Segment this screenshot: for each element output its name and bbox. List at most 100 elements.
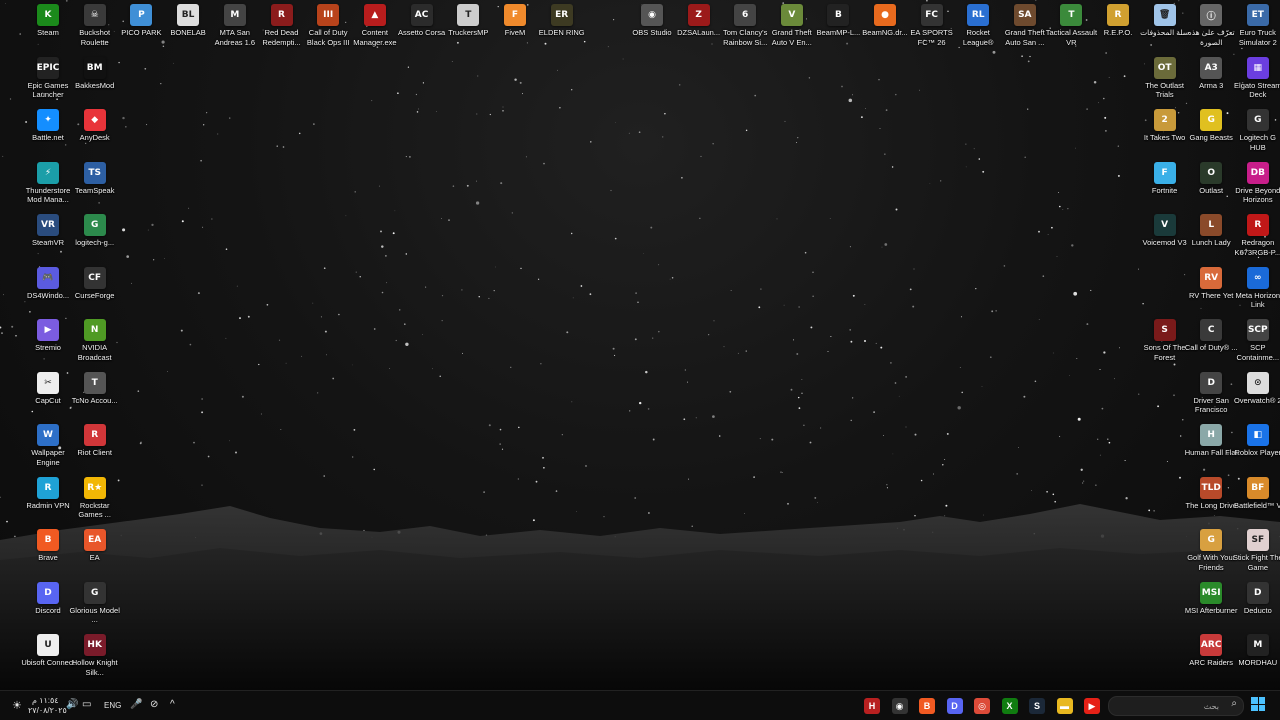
desktop-icon-curseforge[interactable]: CF CurseForge <box>72 266 118 301</box>
desktop-icon-redragon[interactable]: R Redragon K673RGB-P... <box>1235 214 1280 257</box>
desktop-icon-beamng[interactable]: ● BeamNG.dr... <box>862 4 908 38</box>
desktop-icon-gta5-en[interactable]: V Grand Theft Auto V En... <box>769 4 815 47</box>
taskbar-hyper-icon[interactable]: H <box>864 698 880 714</box>
taskbar-youtube-icon[interactable]: ▶ <box>1084 698 1100 714</box>
desktop-icon-tactical-assault[interactable]: T Tactical Assault VR <box>1046 4 1097 47</box>
desktop-icon-cod-bo3[interactable]: III Call of Duty Black Ops III <box>305 4 351 47</box>
desktop-icon-stream-deck[interactable]: ▦ Elgato Stream Deck <box>1234 56 1280 100</box>
volume-icon[interactable]: 🔊 <box>66 699 78 710</box>
desktop-icon-voicemod[interactable]: V Voicemod V3 <box>1142 214 1188 248</box>
desktop-icon-outlast[interactable]: O Outlast <box>1188 161 1234 196</box>
desktop-icon-assetto-corsa[interactable]: AC Assetto Corsa <box>398 4 445 38</box>
desktop-icon-ds4windows[interactable]: 🎮 DS4Windo... <box>25 266 71 301</box>
desktop-icon-rockstar[interactable]: R★ Rockstar Games ... <box>72 476 118 520</box>
desktop-icon-bakkesmod[interactable]: BM BakkesMod <box>72 56 118 91</box>
desktop-icon-obs[interactable]: ◉ OBS Studio <box>629 4 675 38</box>
desktop-icon-thunderstore[interactable]: ⚡ Thunderstore Mod Mana... <box>25 161 71 205</box>
desktop-icon-arc-raiders[interactable]: ARC ARC Raiders <box>1188 634 1234 668</box>
desktop-icon-discord[interactable]: D Discord <box>25 581 71 616</box>
desktop-icon-mta-sa[interactable]: M MTA San Andreas 1.6 <box>212 4 258 47</box>
desktop-icon-dzsa[interactable]: Z DZSALaun... <box>676 4 722 38</box>
desktop-icon-pico-park[interactable]: P PICO PARK <box>118 4 164 38</box>
desktop-icon-fivem[interactable]: F FiveM <box>492 4 538 38</box>
chevron-up-icon[interactable]: ^ <box>170 699 175 710</box>
desktop-icon-beammp[interactable]: B BeamMP-L... <box>815 4 861 38</box>
desktop-icon-ets2[interactable]: ET Euro Truck Simulator 2 <box>1235 4 1280 47</box>
desktop-icon-epic[interactable]: EPIC Epic Games Launcher <box>25 56 71 100</box>
weather-icon[interactable]: ☀ <box>12 699 22 712</box>
desktop-icon-content-manager[interactable]: ▲ Content Manager.exe <box>352 4 398 47</box>
desktop-icon-battlenet[interactable]: ✦ Battle.net <box>25 109 71 143</box>
search-input[interactable] <box>1113 699 1221 714</box>
desktop-icon-buckshot-roulette[interactable]: ☠ Buckshot Roulette <box>72 4 118 47</box>
desktop-icon-outlast-trials[interactable]: OT The Outlast Trials <box>1142 56 1188 100</box>
clock-time[interactable]: ١١:٥٤ م <box>32 696 59 705</box>
desktop-icon-steamvr[interactable]: VR SteamVR <box>25 214 71 248</box>
taskbar-brave-icon[interactable]: B <box>919 698 935 714</box>
desktop-icon-glorious[interactable]: G Glorious Model ... <box>69 581 120 625</box>
desktop-icon-brave[interactable]: B Brave <box>25 529 71 563</box>
desktop-icon-wallpaper-engine[interactable]: W Wallpaper Engine <box>25 424 71 467</box>
desktop-icon-bonelab[interactable]: BL BONELAB <box>165 4 211 38</box>
taskbar-xbox-icon[interactable]: X <box>1001 698 1018 714</box>
desktop-icon-lunch-lady[interactable]: L Lunch Lady <box>1188 214 1234 248</box>
clock-date[interactable]: ٢٧/٠٨/٢٠٢٥ <box>28 706 67 715</box>
desktop-icon-logitech-ghub[interactable]: G Logitech G HUB <box>1235 109 1280 152</box>
desktop-icon-gta-sa[interactable]: SA Grand Theft Auto San ... <box>1002 4 1048 47</box>
desktop-icon-truckersmp[interactable]: T TruckersMP <box>445 4 491 38</box>
desktop-icon-teamspeak[interactable]: TS TeamSpeak <box>72 161 118 196</box>
taskbar-obs-icon[interactable]: ◉ <box>891 698 908 714</box>
taskbar-folder-icon[interactable]: ▬ <box>1056 698 1073 714</box>
desktop-icon-arma3[interactable]: A3 Arma 3 <box>1188 56 1234 91</box>
desktop-icon-rv-there-yet[interactable]: RV RV There Yet <box>1188 266 1234 301</box>
desktop-icon-rainbow-six[interactable]: 6 Tom Clancy's Rainbow Si... <box>722 4 768 47</box>
desktop-icon-ubisoft[interactable]: U Ubisoft Connect <box>21 634 75 668</box>
search-box[interactable]: ⌕ <box>1108 696 1244 716</box>
desktop-icon-overwatch[interactable]: ⊙ Overwatch® 2 <box>1234 371 1280 406</box>
desktop-icon-rdr[interactable]: R Red Dead Redempti... <box>259 4 305 47</box>
desktop-icon-msi-afterburner[interactable]: MSI MSI Afterburner <box>1185 581 1237 616</box>
desktop-icon-elden-ring[interactable]: ER ELDEN RING <box>539 4 585 38</box>
desktop-icon-mordhau[interactable]: M MORDHAU <box>1235 634 1280 668</box>
desktop-icon-long-drive[interactable]: TLD The Long Drive <box>1186 476 1237 511</box>
desktop-icon-ea-fc26[interactable]: FC EA SPORTS FC™ 26 <box>909 4 955 47</box>
desktop-icon-scp[interactable]: SCP SCP Containme... <box>1235 319 1280 362</box>
desktop-icon-logitech-g[interactable]: Glogitech-g... <box>72 214 118 248</box>
desktop-icon-rocket-league[interactable]: RL Rocket League® <box>955 4 1001 47</box>
desktop-icon-drive-beyond[interactable]: DB Drive Beyond Horizons <box>1235 161 1280 205</box>
desktop-icon-radmin[interactable]: R Radmin VPN <box>25 476 71 511</box>
desktop-icon-it-takes-two[interactable]: 2 It Takes Two <box>1142 109 1188 143</box>
desktop-icon-hollow-knight[interactable]: HK Hollow Knight Silk... <box>72 634 118 677</box>
taskbar-discord-icon[interactable]: D <box>946 698 963 714</box>
desktop-icon-stremio[interactable]: ▶ Stremio <box>25 319 71 353</box>
desktop-icon-repo[interactable]: R R.E.P.O. <box>1095 4 1141 38</box>
desktop-icon-ea[interactable]: EA EA <box>72 529 118 563</box>
desktop-icon-capcut[interactable]: ✂ CapCut <box>25 371 71 406</box>
display-icon[interactable]: ▭ <box>82 699 91 710</box>
desktop-icon-driver-sf[interactable]: D Driver San Francisco <box>1188 371 1234 415</box>
network-off-icon[interactable]: ⊘ <box>150 699 158 710</box>
desktop-icon-sons-forest[interactable]: S Sons Of The Forest <box>1142 319 1188 362</box>
desktop-icon-battlefield[interactable]: BF Battlefield™ V <box>1234 476 1280 511</box>
desktop-icon-steam[interactable]: K Steam <box>25 4 71 38</box>
microphone-icon[interactable]: 🎤 <box>130 699 142 710</box>
desktop-icon-stick-fight[interactable]: SF Stick Fight The Game <box>1233 529 1280 572</box>
language-indicator[interactable]: ENG <box>104 701 121 710</box>
desktop-icon-deducto[interactable]: D Deducto <box>1235 581 1280 616</box>
taskbar-chrome-icon[interactable]: ◎ <box>974 698 990 714</box>
desktop-icon-meta-horizon[interactable]: ∞ Meta Horizon Link <box>1235 266 1280 310</box>
taskbar-steam-icon[interactable]: S <box>1029 698 1045 714</box>
desktop-icon-anydesk[interactable]: ◆ AnyDesk <box>72 109 118 143</box>
desktop-icon-roblox[interactable]: ◧ Roblox Player <box>1234 424 1280 458</box>
desktop-icon-fortnite[interactable]: F Fortnite <box>1142 161 1188 196</box>
desktop-icon-golf-friends[interactable]: G Golf With Your Friends <box>1187 529 1235 572</box>
start-button[interactable] <box>1251 697 1265 711</box>
desktop-icon-recycle-bin[interactable]: 🗑 سلة المحذوفات <box>1140 4 1189 38</box>
desktop-icon-about-image[interactable]: ⓘ تعرّف على هذه الصورة <box>1188 4 1235 47</box>
desktop-icon-tcno[interactable]: T TcNo Accou... <box>72 371 118 406</box>
desktop-icon-cod[interactable]: C Call of Duty® ... <box>1185 319 1238 353</box>
desktop-icon-nvidia[interactable]: N NVIDIA Broadcast <box>72 319 118 362</box>
desktop-icon-gang-beasts[interactable]: G Gang Beasts <box>1188 109 1234 143</box>
desktop-icon-riot[interactable]: R Riot Client <box>72 424 118 458</box>
desktop-icon-human-fall-flat[interactable]: H Human Fall Flat <box>1185 424 1238 458</box>
